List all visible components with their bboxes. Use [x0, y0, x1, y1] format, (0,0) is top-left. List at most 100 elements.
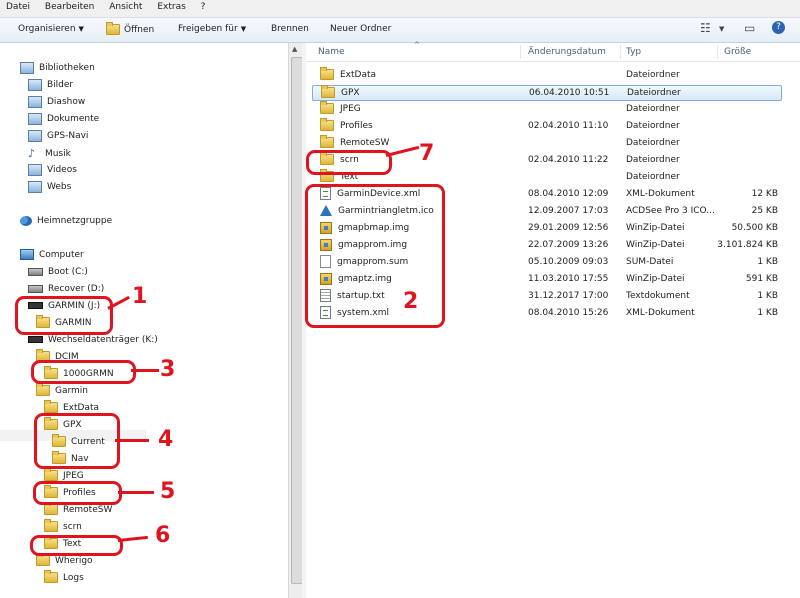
annotation-box-3 — [31, 360, 136, 384]
file-row[interactable]: JPEG Dateiordner — [312, 101, 780, 117]
folder-icon — [320, 67, 334, 80]
nav-folder-logs[interactable]: Logs — [44, 570, 84, 586]
nav-label: GPS-Navi — [47, 131, 89, 141]
file-type: Dateiordner — [626, 172, 680, 182]
dropdown-icon: ▼ — [240, 25, 247, 33]
column-divider[interactable] — [717, 45, 718, 59]
nav-label: Logs — [63, 573, 84, 583]
nav-label: Webs — [47, 182, 72, 192]
menu-datei[interactable]: Datei — [0, 0, 36, 12]
nav-folder-garmin[interactable]: Garmin — [36, 383, 88, 399]
file-size: 50.500 KB — [731, 223, 778, 233]
view-dropdown-icon[interactable]: ▼ — [719, 25, 724, 33]
file-size: 1 KB — [757, 291, 778, 301]
menu-extras[interactable]: Extras — [151, 0, 191, 12]
nav-homegroup[interactable]: Heimnetzgruppe — [20, 214, 112, 229]
menu-ansicht[interactable]: Ansicht — [103, 0, 148, 12]
nav-lib-bilder[interactable]: Bilder — [28, 78, 73, 93]
annotation-number-7: 7 — [419, 141, 435, 166]
nav-label: Diashow — [47, 97, 86, 107]
file-size: 25 KB — [751, 206, 778, 216]
nav-folder-wherigo[interactable]: Wherigo — [36, 553, 93, 569]
share-button[interactable]: Freigeben für ▼ — [178, 24, 246, 34]
column-header: Name ^ Änderungsdatum Typ Größe — [306, 41, 800, 62]
nav-lib-webs[interactable]: Webs — [28, 180, 71, 195]
file-name: GPX — [341, 88, 360, 98]
annotation-box-5 — [33, 481, 122, 505]
folder-icon — [36, 383, 50, 396]
annotation-arrow-4 — [115, 439, 149, 442]
column-date[interactable]: Änderungsdatum — [528, 47, 606, 57]
file-name: RemoteSW — [340, 138, 390, 148]
file-name: JPEG — [340, 104, 361, 114]
menu-bearbeiten[interactable]: Bearbeiten — [39, 0, 100, 12]
open-label: Öffnen — [124, 25, 155, 35]
nav-lib-videos[interactable]: Videos — [28, 163, 77, 178]
open-button[interactable]: Öffnen — [106, 22, 155, 35]
nav-lib-dokumente[interactable]: Dokumente — [28, 112, 99, 127]
column-type[interactable]: Typ — [626, 47, 641, 57]
nav-label: Bilder — [47, 80, 74, 90]
library-icon — [20, 61, 34, 74]
help-icon[interactable]: ? — [772, 21, 785, 34]
file-type: Dateiordner — [626, 138, 680, 148]
organize-button[interactable]: Organisieren ▼ — [18, 24, 84, 34]
file-date: 22.07.2009 13:26 — [528, 240, 609, 250]
annotation-arrow-5 — [118, 491, 154, 494]
file-size: 1 KB — [757, 308, 778, 318]
file-type: ACDSee Pro 3 ICO... — [626, 206, 715, 216]
nav-lib-musik[interactable]: ♪ Musik — [28, 146, 71, 161]
folder-icon — [44, 400, 58, 413]
file-type: Dateiordner — [626, 104, 680, 114]
file-type: Textdokument — [626, 291, 690, 301]
burn-button[interactable]: Brennen — [271, 24, 309, 34]
folder-icon — [44, 468, 58, 481]
scroll-up-icon[interactable]: ▲ — [292, 45, 297, 53]
share-label: Freigeben für — [178, 24, 238, 34]
column-divider[interactable] — [620, 45, 621, 59]
preview-pane-icon[interactable]: ▭ — [744, 21, 755, 35]
nav-label: scrn — [63, 522, 82, 532]
file-type: XML-Dokument — [626, 308, 695, 318]
nav-label: Dokumente — [47, 114, 100, 124]
nav-label: RemoteSW — [63, 505, 113, 515]
menu-help[interactable]: ? — [195, 0, 212, 12]
nav-lib-gps-navi[interactable]: GPS-Navi — [28, 129, 88, 144]
annotation-box-6 — [30, 535, 123, 556]
dropdown-icon: ▼ — [78, 25, 84, 33]
nav-label: JPEG — [63, 471, 84, 481]
folder-icon — [44, 570, 58, 583]
nav-label: Wherigo — [55, 556, 93, 566]
nav-folder-scrn[interactable]: scrn — [44, 519, 82, 535]
nav-folder-remotesw[interactable]: RemoteSW — [44, 502, 113, 518]
nav-label: Wechseldatenträger (K:) — [48, 335, 158, 345]
file-row[interactable]: Profiles 02.04.2010 11:10 Dateiordner — [312, 118, 780, 134]
file-size: 3.101.824 KB — [717, 240, 778, 250]
file-row[interactable]: ExtData Dateiordner — [312, 67, 780, 83]
pictures-library-icon — [28, 78, 42, 91]
nav-label: Bibliotheken — [39, 63, 95, 73]
file-row[interactable]: GPX 06.04.2010 10:51 Dateiordner — [312, 85, 782, 101]
videos-library-icon — [28, 163, 42, 176]
nav-computer[interactable]: Computer — [20, 248, 84, 263]
nav-drive-c[interactable]: Boot (C:) — [28, 265, 88, 280]
annotation-number-4: 4 — [158, 427, 174, 452]
nav-libraries[interactable]: Bibliotheken — [20, 61, 95, 76]
file-row[interactable]: RemoteSW Dateiordner — [312, 135, 780, 151]
new-folder-button[interactable]: Neuer Ordner — [330, 24, 391, 34]
folder-icon — [321, 85, 335, 98]
file-date: 31.12.2017 17:00 — [528, 291, 609, 301]
column-divider[interactable] — [520, 45, 521, 59]
column-name[interactable]: Name — [318, 47, 345, 57]
command-bar: Organisieren ▼ Öffnen Freigeben für ▼ Bren… — [0, 18, 800, 43]
hard-drive-icon — [28, 267, 43, 276]
file-type: WinZip-Datei — [626, 223, 685, 233]
view-options-icon[interactable]: ☷ — [700, 21, 711, 35]
nav-lib-diashow[interactable]: Diashow — [28, 95, 85, 110]
file-type: Dateiordner — [627, 88, 681, 98]
nav-scrollbar[interactable]: ▲ — [288, 43, 303, 598]
slideshow-library-icon — [28, 95, 42, 108]
nav-drive-d[interactable]: Recover (D:) — [28, 282, 104, 297]
nav-drive-k[interactable]: Wechseldatenträger (K:) — [28, 333, 158, 348]
column-size[interactable]: Größe — [724, 47, 751, 57]
